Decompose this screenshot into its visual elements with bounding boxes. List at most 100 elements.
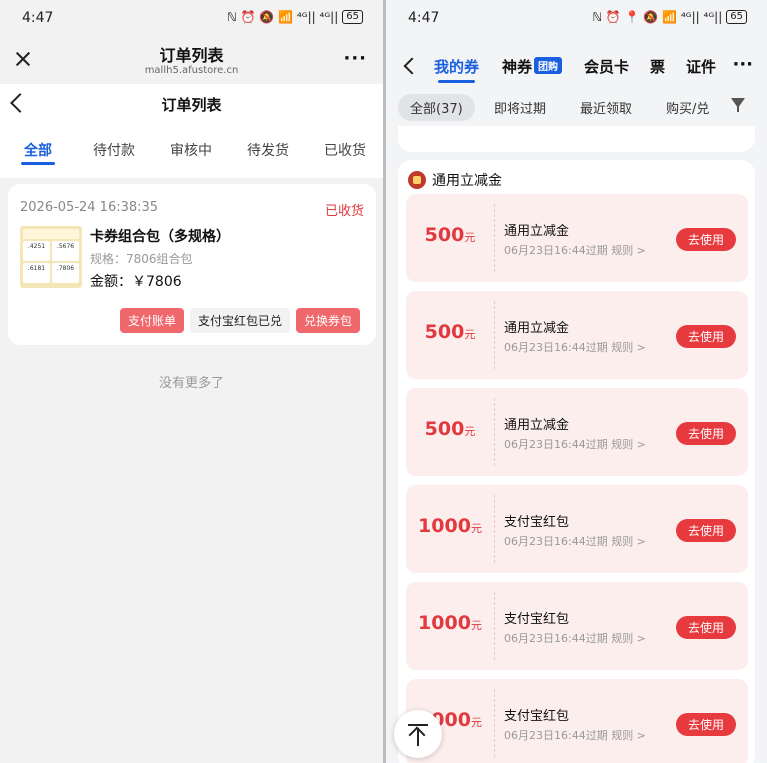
use-coupon-button[interactable]: 去使用 — [675, 713, 736, 736]
use-coupon-button[interactable]: 去使用 — [675, 422, 736, 445]
battery-icon: 65 — [726, 10, 747, 24]
thumbnail-value: .6181 — [23, 263, 50, 283]
coupon-expiry[interactable]: 06月23日16:44过期 规则 > — [504, 242, 646, 258]
coupon-separator — [494, 495, 495, 563]
scroll-to-top-button[interactable] — [394, 710, 442, 758]
coupon-group-header: 通用立减金 — [408, 170, 502, 190]
page-header: 订单列表 — [0, 84, 383, 124]
tab-certificate[interactable]: 证件 — [686, 56, 716, 77]
coupon-card[interactable]: 1000元 支付宝红包 06月23日16:44过期 规则 > 去使用 — [406, 679, 748, 763]
filter-purchase[interactable]: 购买/兑 — [654, 94, 716, 121]
coupon-amount-value: 500 — [424, 321, 465, 343]
order-card[interactable]: 2026-05-24 16:38:35 已收货 .4251 .5676 .618… — [8, 184, 376, 345]
filter-expiring[interactable]: 即将过期 — [482, 94, 558, 121]
back-icon[interactable] — [403, 57, 421, 75]
use-coupon-button[interactable]: 去使用 — [675, 616, 736, 639]
coupon-card[interactable]: 500元 通用立减金 06月23日16:44过期 规则 > 去使用 — [406, 388, 748, 476]
arrow-up-icon — [408, 724, 428, 726]
pay-bill-button[interactable]: 支付账单 — [119, 308, 184, 333]
coupon-amount-unit: 元 — [464, 231, 476, 244]
tab-super-coupons-label: 神券 — [502, 58, 533, 76]
coupon-amount-value: 500 — [424, 224, 465, 246]
coupon-amount-unit: 元 — [470, 716, 482, 729]
page-title: 订单列表 — [161, 96, 222, 114]
tab-member-card[interactable]: 会员卡 — [584, 56, 629, 77]
coupon-card[interactable]: 1000元 支付宝红包 06月23日16:44过期 规则 > 去使用 — [406, 582, 748, 670]
coupon-expiry[interactable]: 06月23日16:44过期 规则 > — [504, 727, 646, 743]
coupon-amount-unit: 元 — [464, 425, 476, 438]
product-spec: 规格：7806组合包 — [90, 252, 193, 266]
order-status: 已收货 — [324, 204, 364, 219]
no-more-text: 没有更多了 — [158, 376, 224, 391]
coupon-card[interactable]: 1000元 支付宝红包 06月23日16:44过期 规则 > 去使用 — [406, 485, 748, 573]
coupon-separator — [494, 301, 495, 369]
coupon-amount-value: 1000 — [418, 515, 471, 537]
tab-my-coupons-label: 我的券 — [434, 58, 480, 76]
coupon-expiry[interactable]: 06月23日16:44过期 规则 > — [504, 533, 646, 549]
filter-icon[interactable] — [731, 98, 745, 112]
arrow-up-stem — [417, 728, 419, 746]
use-coupon-button[interactable]: 去使用 — [675, 228, 736, 251]
tab-my-coupons[interactable]: 我的券 — [434, 56, 480, 83]
tab-super-coupons[interactable]: 神券 团购 — [502, 56, 563, 77]
coupon-name: 支付宝红包 — [504, 515, 570, 530]
use-coupon-button[interactable]: 去使用 — [675, 325, 736, 348]
coupon-name: 通用立减金 — [504, 224, 570, 239]
filter-recent[interactable]: 最近领取 — [568, 94, 644, 121]
coupon-separator — [494, 689, 495, 757]
status-bar: 4:47 ℕ ⏰ 📍 🔕 📶 ⁴ᴳ|| ⁴ᴳ|| 65 — [386, 0, 767, 36]
status-icons: ℕ ⏰ 🔕 📶 ⁴ᴳ|| ⁴ᴳ|| 65 — [227, 10, 363, 24]
coupon-amount-unit: 元 — [470, 522, 482, 535]
coupon-card[interactable]: 500元 通用立减金 06月23日16:44过期 规则 > 去使用 — [406, 194, 748, 282]
thumbnail-header — [23, 229, 79, 239]
tab-ticket[interactable]: 票 — [650, 56, 665, 77]
coupon-name: 支付宝红包 — [504, 612, 570, 627]
order-list-panel: 4:47 ℕ ⏰ 🔕 📶 ⁴ᴳ|| ⁴ᴳ|| 65 订单列表 mallh5.af… — [0, 0, 383, 763]
alipay-redeemed-button[interactable]: 支付宝红包已兑 — [189, 308, 290, 333]
thumbnail-value: .4251 — [23, 241, 50, 261]
coupon-amount: 500元 — [406, 321, 494, 343]
redeem-voucher-button[interactable]: 兑换券包 — [295, 308, 360, 333]
use-coupon-button[interactable]: 去使用 — [675, 519, 736, 542]
coupon-amount: 500元 — [406, 224, 494, 246]
order-tabs: 全部 待付款 审核中 待发货 已收货 — [0, 124, 383, 178]
coupon-group-title: 通用立减金 — [432, 173, 502, 189]
product-amount: 金额：￥7806 — [90, 274, 182, 290]
tab-active-indicator — [438, 80, 476, 83]
coupon-separator — [494, 204, 495, 272]
status-icons: ℕ ⏰ 📍 🔕 📶 ⁴ᴳ|| ⁴ᴳ|| 65 — [593, 10, 747, 24]
more-menu-icon[interactable]: ··· — [732, 54, 753, 75]
order-date: 2026-05-24 16:38:35 — [20, 200, 159, 215]
browser-header: 订单列表 mallh5.afustore.cn ··· — [0, 36, 383, 84]
thumbnail-value: .7806 — [52, 263, 79, 283]
coupon-amount-value: 500 — [424, 418, 465, 440]
coupon-expiry[interactable]: 06月23日16:44过期 规则 > — [504, 630, 646, 646]
coupon-card[interactable]: 500元 通用立减金 06月23日16:44过期 规则 > 去使用 — [406, 291, 748, 379]
order-actions: 支付账单 支付宝红包已兑 兑换券包 — [119, 308, 360, 333]
thumbnail-value: .5676 — [52, 241, 79, 261]
tab-pending-shipment[interactable]: 待发货 — [247, 140, 289, 160]
tab-pending-payment[interactable]: 待付款 — [93, 140, 135, 160]
browser-title: 订单列表 — [159, 46, 224, 65]
coupon-amount-value: 1000 — [418, 612, 471, 634]
coupon-expiry[interactable]: 06月23日16:44过期 规则 > — [504, 436, 646, 452]
coupon-expiry[interactable]: 06月23日16:44过期 规则 > — [504, 339, 646, 355]
product-name: 卡券组合包（多规格） — [90, 229, 230, 245]
browser-url: mallh5.afustore.cn — [144, 65, 239, 76]
coupon-header: 我的券 神券 团购 会员卡 票 证件 ··· — [386, 36, 767, 96]
coupon-amount-unit: 元 — [464, 328, 476, 341]
coupon-name: 通用立减金 — [504, 418, 570, 433]
coupon-group: 通用立减金 500元 通用立减金 06月23日16:44过期 规则 > 去使用 … — [398, 160, 755, 763]
tab-all[interactable]: 全部 — [21, 140, 55, 165]
coupon-separator — [494, 592, 495, 660]
coupon-amount: 1000元 — [406, 612, 494, 634]
more-menu-icon[interactable]: ··· — [343, 48, 367, 69]
order-page: 订单列表 全部 待付款 审核中 待发货 已收货 2026-05-24 16:38… — [0, 84, 383, 763]
tab-received[interactable]: 已收货 — [324, 140, 366, 160]
coupon-panel: 4:47 ℕ ⏰ 📍 🔕 📶 ⁴ᴳ|| ⁴ᴳ|| 65 我的券 神券 团购 会员卡… — [386, 0, 767, 763]
tab-under-review[interactable]: 审核中 — [170, 140, 212, 160]
coupon-amount-unit: 元 — [470, 619, 482, 632]
previous-card-edge — [398, 126, 755, 152]
status-time: 4:47 — [22, 10, 54, 26]
filter-all[interactable]: 全部(37) — [398, 94, 475, 121]
